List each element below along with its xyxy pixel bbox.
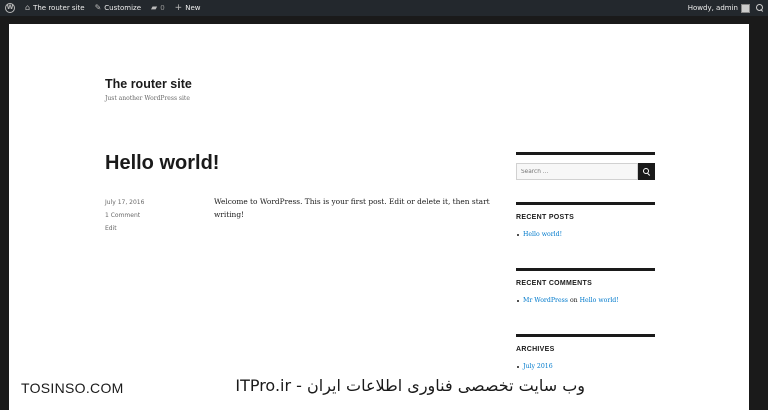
search-icon[interactable] — [756, 4, 764, 12]
account-menu[interactable]: Howdy, admin — [688, 0, 738, 16]
post-date[interactable]: July 17, 2016 — [105, 196, 144, 209]
plus-icon: + — [174, 3, 183, 13]
comment-icon: ▰ — [151, 3, 158, 12]
recent-comments-title: RECENT COMMENTS — [516, 280, 593, 287]
widget-divider — [516, 334, 655, 337]
archives-title: ARCHIVES — [516, 346, 555, 353]
archives-widget: ARCHIVES July 2016 — [516, 334, 655, 370]
comments-button[interactable]: ▰ 0 — [146, 0, 170, 16]
watermark-right: ITPro.ir - وب سایت تخصصی فناوری اطلاعات … — [235, 376, 585, 395]
recent-comments-widget: RECENT COMMENTS Mr WordPress on Hello wo… — [516, 268, 655, 304]
list-item: Hello world! — [517, 231, 655, 238]
wordpress-icon: W — [5, 3, 15, 13]
search-button[interactable] — [638, 163, 655, 180]
page-content: The router site Just another WordPress s… — [9, 24, 749, 410]
site-description: Just another WordPress site — [105, 95, 190, 102]
site-name-label: The router site — [33, 4, 85, 12]
comments-count: 0 — [160, 4, 165, 12]
post-title[interactable]: Hello world! — [105, 152, 219, 175]
recent-posts-widget: RECENT POSTS Hello world! — [516, 202, 655, 238]
widget-divider — [516, 268, 655, 271]
new-content-button[interactable]: + New — [170, 0, 206, 16]
widget-divider — [516, 152, 655, 155]
comment-post-link[interactable]: Hello world! — [580, 297, 619, 304]
list-item: July 2016 — [517, 363, 655, 370]
customize-button[interactable]: ✎ Customize — [90, 0, 146, 16]
site-title[interactable]: The router site — [105, 77, 192, 91]
widget-divider — [516, 202, 655, 205]
list-item: Mr WordPress on Hello world! — [517, 297, 655, 304]
comment-author-link[interactable]: Mr WordPress — [523, 297, 568, 304]
avatar[interactable] — [741, 3, 750, 13]
search-widget — [516, 152, 655, 180]
comment-on-text: on — [569, 297, 578, 304]
post-content: Welcome to WordPress. This is your first… — [214, 197, 490, 219]
search-input[interactable] — [516, 163, 638, 180]
post-comments-link[interactable]: 1 Comment — [105, 209, 144, 222]
site-name-button[interactable]: ⌂ The router site — [20, 0, 90, 16]
admin-bar: W ⌂ The router site ✎ Customize ▰ 0 + Ne… — [0, 0, 768, 16]
recent-posts-title: RECENT POSTS — [516, 214, 575, 221]
new-label: New — [185, 4, 201, 12]
post-meta: July 17, 2016 1 Comment Edit — [105, 196, 144, 235]
archive-link[interactable]: July 2016 — [523, 363, 553, 370]
recent-post-link[interactable]: Hello world! — [523, 231, 562, 238]
brush-icon: ✎ — [94, 3, 102, 12]
customize-label: Customize — [104, 4, 142, 12]
post-edit-link[interactable]: Edit — [105, 222, 144, 235]
home-icon: ⌂ — [25, 3, 31, 12]
watermark-left: TOSINSO.COM — [21, 380, 124, 396]
wordpress-logo-button[interactable]: W — [0, 0, 20, 16]
